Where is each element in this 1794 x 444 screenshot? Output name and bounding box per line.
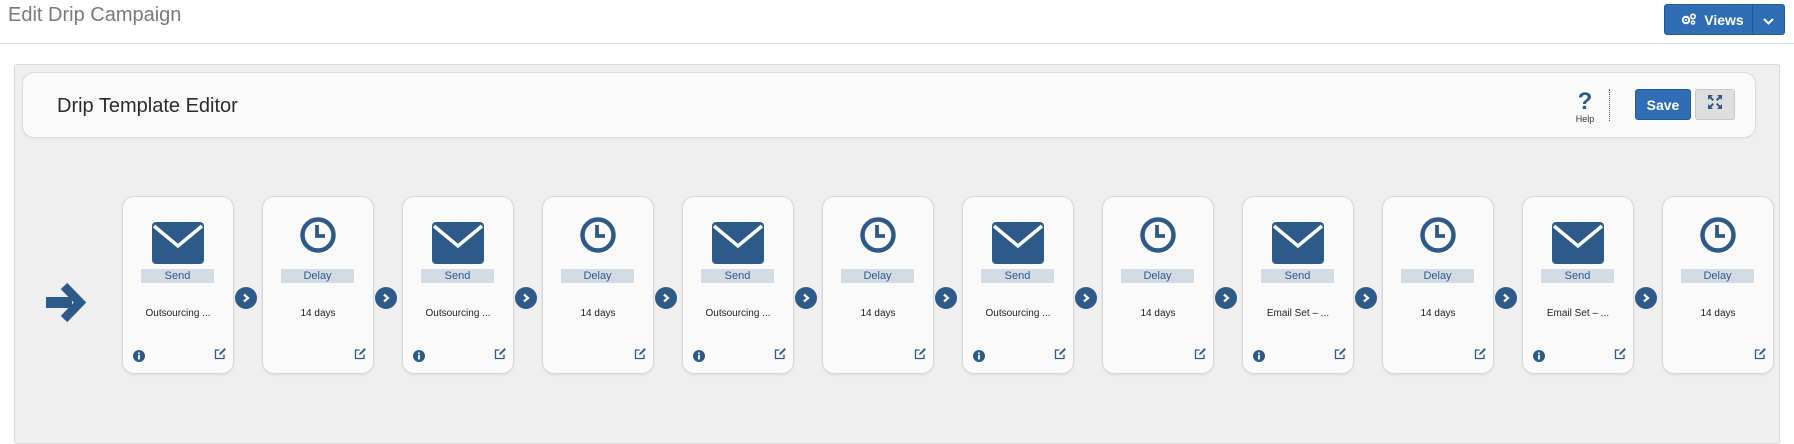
delay-step-card[interactable]: Delay 14 days — [1382, 196, 1494, 374]
chevron-right-icon — [655, 287, 677, 309]
clock-icon — [580, 217, 616, 258]
step-label: 14 days — [580, 308, 616, 319]
envelope-icon — [712, 222, 764, 269]
edit-icon[interactable] — [354, 347, 367, 360]
step-label: 14 days — [1420, 308, 1456, 319]
delay-step-card[interactable]: Delay 14 days — [822, 196, 934, 374]
help-button[interactable]: ? Help — [1565, 88, 1605, 125]
help-label: Help — [1575, 114, 1595, 124]
question-icon: ? — [1577, 88, 1593, 115]
step-label: 14 days — [1700, 308, 1736, 319]
clock-icon — [1420, 217, 1456, 258]
save-button[interactable]: Save — [1635, 89, 1691, 120]
clock-icon — [860, 217, 896, 258]
clock-icon — [1700, 217, 1736, 258]
send-step-card[interactable]: Send Outsourcing ... — [682, 196, 794, 374]
step-label: Outsourcing ... — [705, 308, 771, 319]
views-button[interactable]: Views — [1664, 4, 1785, 35]
step-type-badge: Delay — [1121, 269, 1194, 283]
editor-title: Drip Template Editor — [57, 95, 238, 117]
edit-icon[interactable] — [1054, 347, 1067, 360]
info-icon[interactable] — [133, 349, 145, 362]
expand-icon — [1707, 94, 1723, 115]
delay-step-card[interactable]: Delay 14 days — [262, 196, 374, 374]
start-arrow-icon — [42, 278, 90, 326]
clock-icon — [1140, 217, 1176, 258]
send-step-card[interactable]: Send Outsourcing ... — [962, 196, 1074, 374]
step-type-badge: Delay — [1401, 269, 1474, 283]
editor-header: Drip Template Editor ? Help Save — [22, 72, 1756, 138]
edit-icon[interactable] — [214, 347, 227, 360]
chevron-right-icon — [795, 287, 817, 309]
step-type-badge: Send — [141, 269, 214, 283]
clock-icon — [300, 217, 336, 258]
chevron-right-icon — [1215, 287, 1237, 309]
send-step-card[interactable]: Send Email Set – ... — [1522, 196, 1634, 374]
step-label: 14 days — [860, 308, 896, 319]
send-step-card[interactable]: Send Outsourcing ... — [122, 196, 234, 374]
edit-icon[interactable] — [634, 347, 647, 360]
step-label: Outsourcing ... — [145, 308, 211, 319]
envelope-icon — [992, 222, 1044, 269]
edit-icon[interactable] — [1194, 347, 1207, 360]
step-type-badge: Send — [421, 269, 494, 283]
chevron-right-icon — [1355, 287, 1377, 309]
envelope-icon — [1552, 222, 1604, 269]
step-label: Email Set – ... — [1266, 308, 1330, 319]
edit-icon[interactable] — [914, 347, 927, 360]
step-type-badge: Delay — [281, 269, 354, 283]
chevron-right-icon — [1635, 287, 1657, 309]
header-divider — [1609, 89, 1610, 121]
delay-step-card[interactable]: Delay 14 days — [1102, 196, 1214, 374]
info-icon[interactable] — [1533, 349, 1545, 362]
step-type-badge: Delay — [1681, 269, 1754, 283]
chevron-right-icon — [1075, 287, 1097, 309]
page-title: Edit Drip Campaign — [8, 4, 182, 26]
views-dropdown-toggle[interactable] — [1753, 5, 1784, 34]
views-gears-icon — [1681, 12, 1697, 28]
edit-icon[interactable] — [1474, 347, 1487, 360]
chevron-down-icon — [1763, 12, 1774, 28]
step-label: Email Set – ... — [1546, 308, 1610, 319]
edit-icon[interactable] — [1614, 347, 1627, 360]
fullscreen-button[interactable] — [1695, 89, 1735, 120]
send-step-card[interactable]: Send Outsourcing ... — [402, 196, 514, 374]
chevron-right-icon — [235, 287, 257, 309]
delay-step-card[interactable]: Delay 14 days — [542, 196, 654, 374]
chevron-right-icon — [1495, 287, 1517, 309]
step-type-badge: Delay — [841, 269, 914, 283]
chevron-right-icon — [375, 287, 397, 309]
step-label: 14 days — [300, 308, 336, 319]
edit-icon[interactable] — [1754, 347, 1767, 360]
envelope-icon — [152, 222, 204, 269]
send-step-card[interactable]: Send Email Set – ... — [1242, 196, 1354, 374]
step-type-badge: Send — [1541, 269, 1614, 283]
edit-icon[interactable] — [774, 347, 787, 360]
views-label: Views — [1704, 11, 1744, 28]
step-type-badge: Send — [1261, 269, 1334, 283]
delay-step-card[interactable]: Delay 14 days — [1662, 196, 1774, 374]
chevron-right-icon — [935, 287, 957, 309]
views-button-main[interactable]: Views — [1665, 5, 1753, 34]
step-type-badge: Delay — [561, 269, 634, 283]
edit-icon[interactable] — [1334, 347, 1347, 360]
step-type-badge: Send — [981, 269, 1054, 283]
info-icon[interactable] — [973, 349, 985, 362]
envelope-icon — [432, 222, 484, 269]
page-header: Edit Drip Campaign Views — [0, 0, 1794, 44]
step-label: Outsourcing ... — [985, 308, 1051, 319]
info-icon[interactable] — [693, 349, 705, 362]
envelope-icon — [1272, 222, 1324, 269]
chevron-right-icon — [515, 287, 537, 309]
edit-icon[interactable] — [494, 347, 507, 360]
step-label: Outsourcing ... — [425, 308, 491, 319]
step-label: 14 days — [1140, 308, 1176, 319]
info-icon[interactable] — [413, 349, 425, 362]
step-type-badge: Send — [701, 269, 774, 283]
info-icon[interactable] — [1253, 349, 1265, 362]
